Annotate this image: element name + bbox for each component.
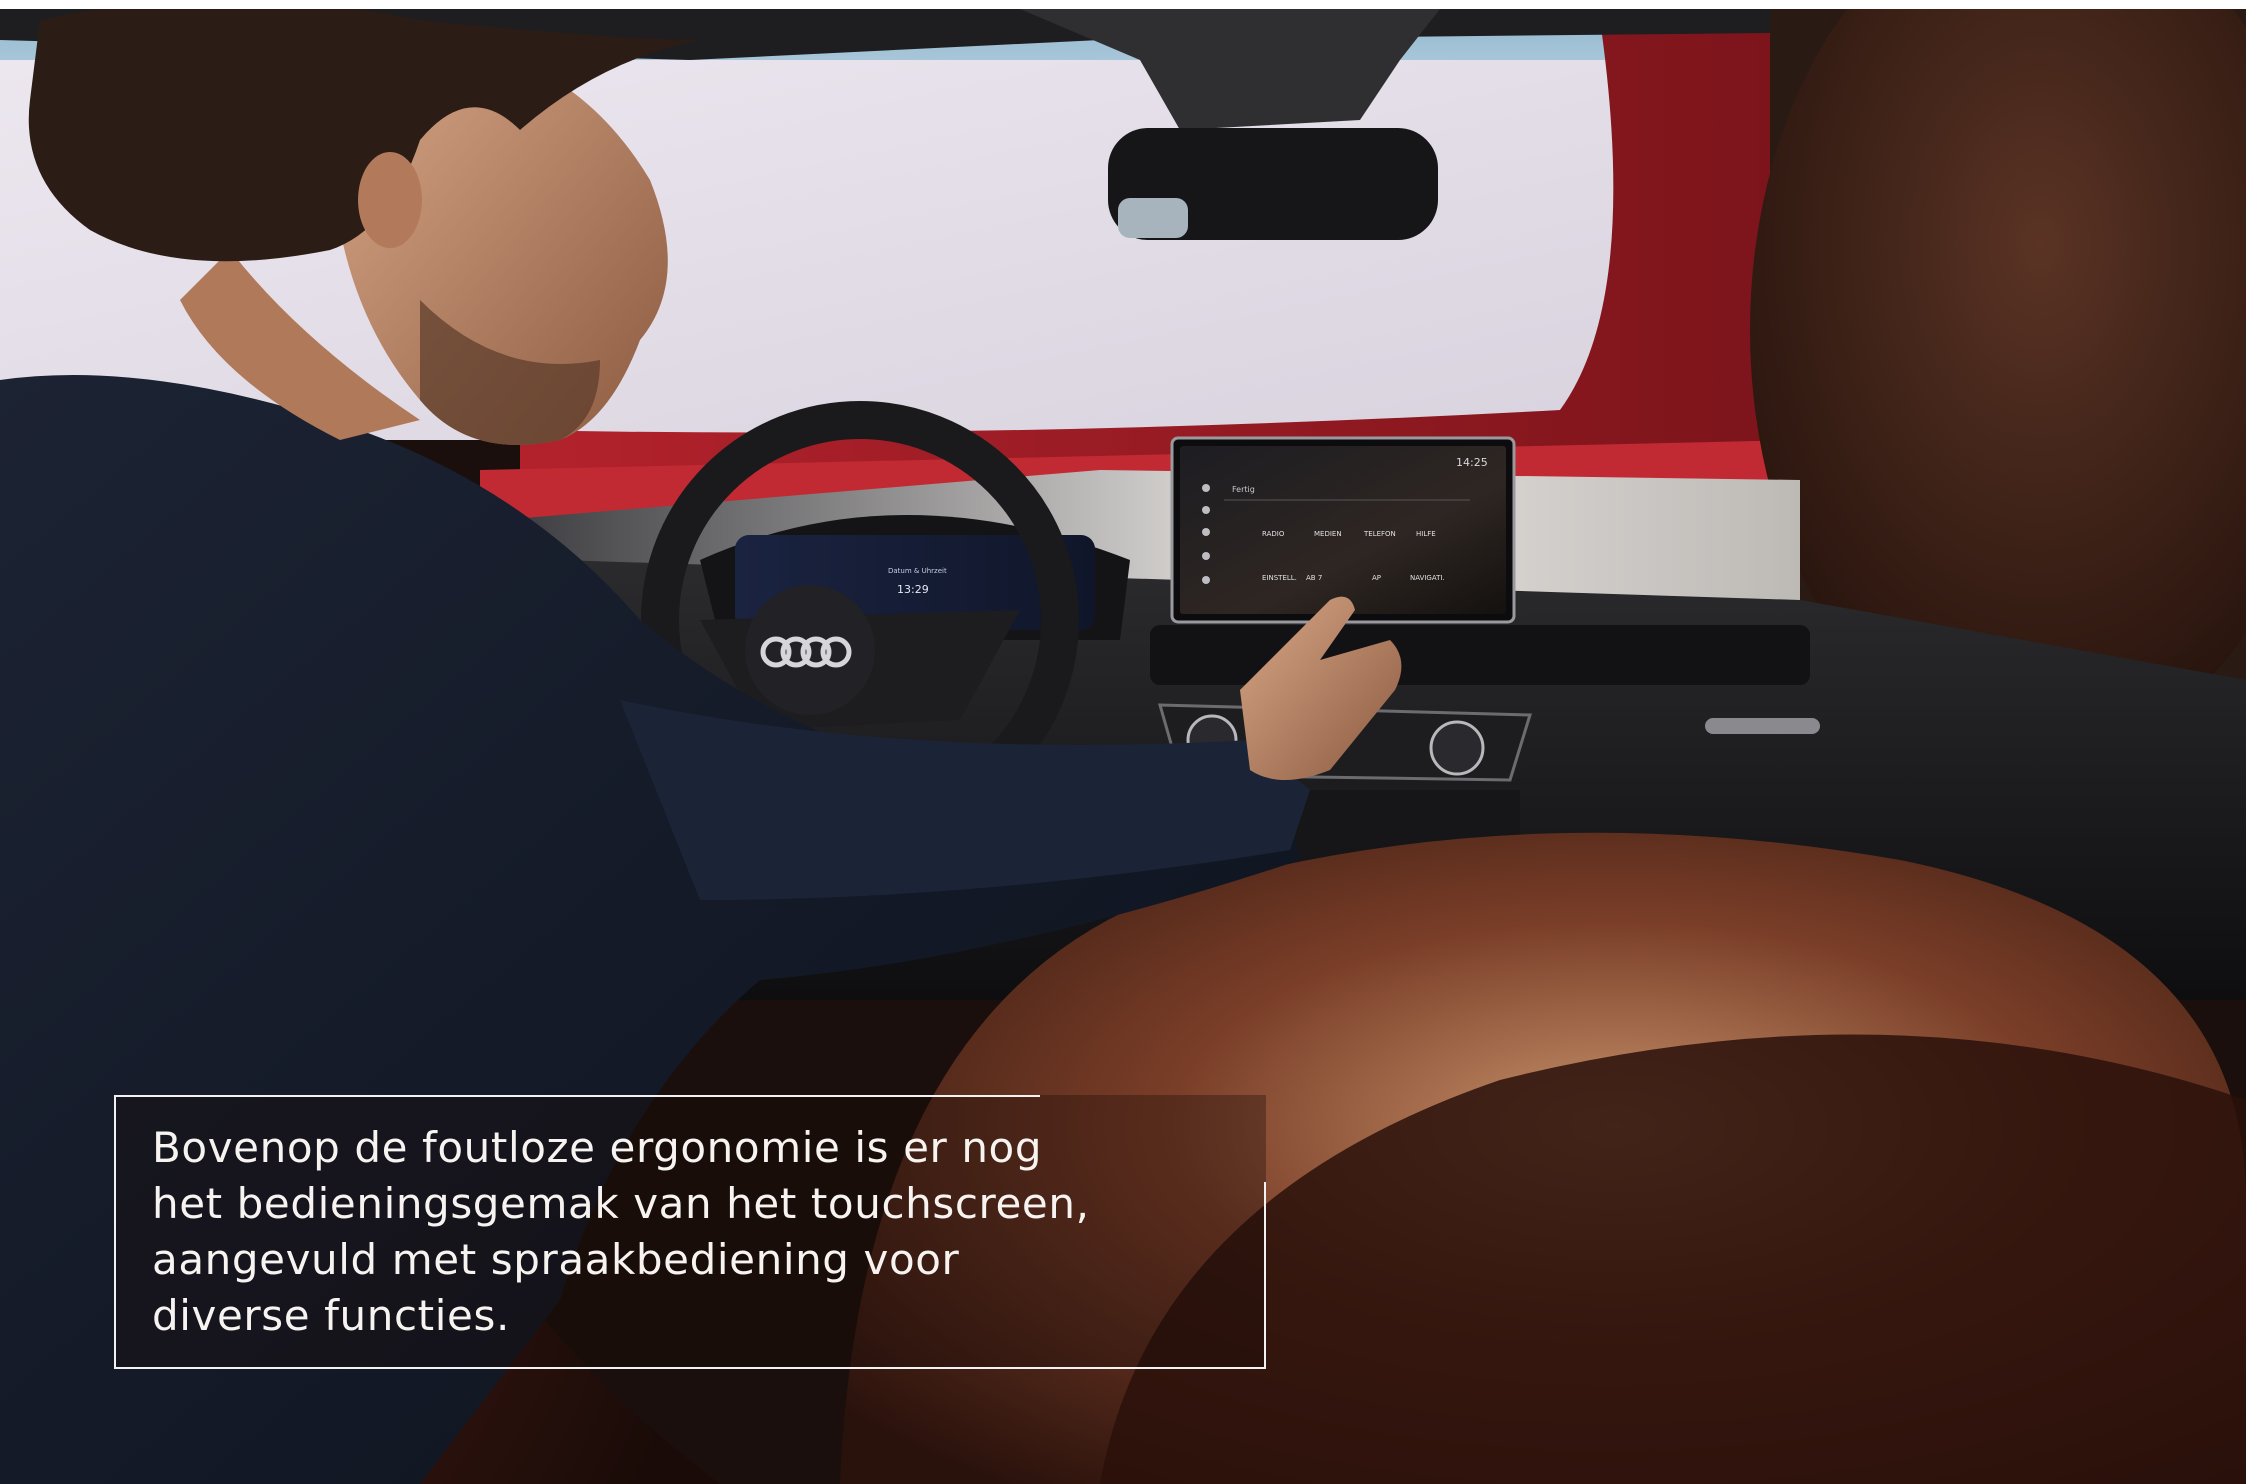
infotainment-status-time: 14:25 [1456, 456, 1488, 469]
caption-line-4: diverse functies. [152, 1291, 510, 1340]
tile-radio[interactable]: RADIO [1262, 530, 1285, 538]
infotainment-screen[interactable] [1180, 446, 1506, 614]
caption-line-1: Bovenop de foutloze ergonomie is er nog [152, 1123, 1043, 1172]
tile-navigation[interactable]: NAVIGATI. [1410, 574, 1445, 582]
tile-ab[interactable]: AB 7 [1306, 574, 1322, 582]
page-top-band [0, 0, 2246, 9]
cluster-time: 13:29 [897, 583, 929, 596]
climate-icon[interactable] [1202, 506, 1210, 514]
quattro-badge [1705, 718, 1820, 734]
tile-medien[interactable]: MEDIEN [1314, 530, 1342, 538]
air-vent [1150, 625, 1810, 685]
home-icon[interactable] [1202, 484, 1210, 492]
music-icon[interactable] [1202, 528, 1210, 536]
tile-einstellungen[interactable]: EINSTELL. [1262, 574, 1297, 582]
caption-line-3: aangevuld met spraakbediening voor [152, 1235, 960, 1284]
caption-line-2: het bedieningsgemak van het touchscreen, [152, 1179, 1090, 1228]
infotainment-header-label: Fertig [1232, 485, 1255, 494]
driver-ear [358, 152, 422, 248]
climate-knob-right [1429, 720, 1485, 776]
phone-icon[interactable] [1202, 576, 1210, 584]
caption-frame-top-line [114, 1095, 1040, 1097]
tile-hilfe[interactable]: HILFE [1416, 530, 1436, 538]
caption-text: Bovenop de foutloze ergonomie is er nog … [152, 1120, 1272, 1344]
rear-view-mirror-glass [1118, 198, 1188, 238]
navigation-icon[interactable] [1202, 552, 1210, 560]
tile-ap[interactable]: AP [1372, 574, 1381, 582]
cluster-label: Datum & Uhrzeit [888, 567, 947, 575]
tile-telefon[interactable]: TELEFON [1363, 530, 1396, 538]
